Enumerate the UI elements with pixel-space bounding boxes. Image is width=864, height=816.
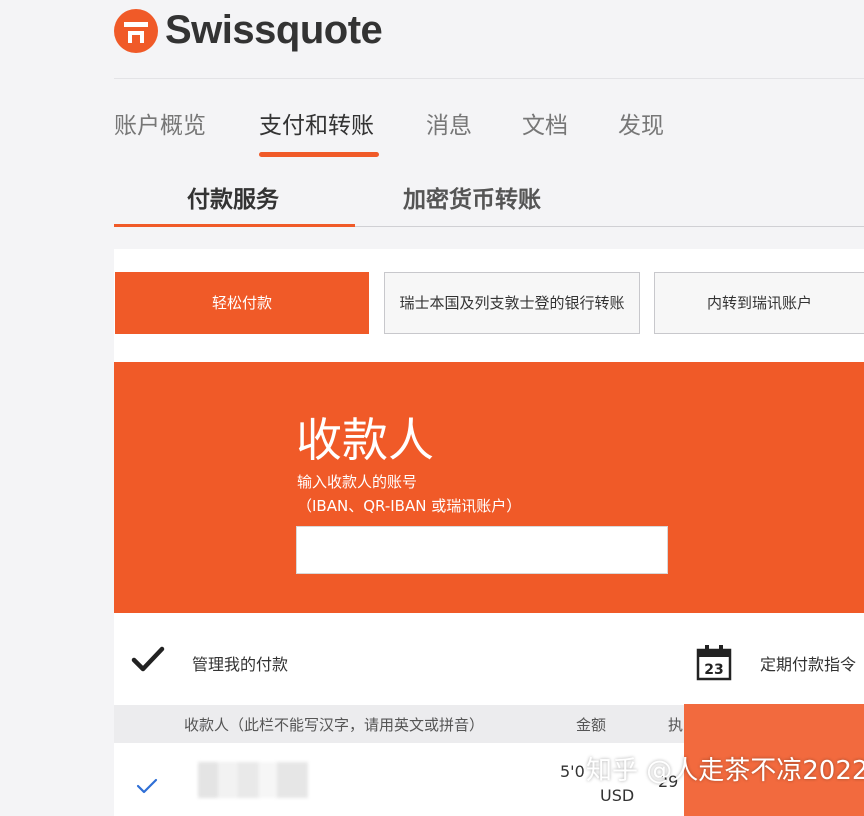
brand-name: Swissquote [165,8,383,52]
tab-crypto-transfer[interactable]: 加密货币转账 [403,180,541,214]
nav-messages[interactable]: 消息 [426,106,472,140]
header-divider [114,78,864,79]
calendar-icon: 23 [696,645,732,681]
checkmark-icon [131,646,165,672]
row-check-icon [136,778,158,794]
manage-payments-link[interactable]: 管理我的付款 [192,651,288,675]
scheduled-payments-link[interactable]: 定期付款指令 [760,651,856,675]
swissquote-logo-icon [114,8,158,53]
watermark: 知乎 @人走茶不凉2022 [586,756,864,786]
column-header-amount[interactable]: 金额 [576,714,606,735]
recipient-account-input[interactable] [296,526,668,574]
nav-documents[interactable]: 文档 [522,106,568,140]
recipient-subtitle: 输入收款人的账号 [297,473,418,491]
domestic-transfer-button[interactable]: 瑞士本国及列支敦士登的银行转账 [384,272,640,334]
column-header-recipient[interactable]: 收款人（此栏不能写汉字，请用英文或拼音） [184,714,484,735]
row-amount: 5'0 [560,762,585,781]
nav-discover[interactable]: 发现 [618,106,664,140]
recipient-hint: （IBAN、QR-IBAN 或瑞讯账户） [297,497,522,515]
tab-payment-services[interactable]: 付款服务 [187,180,279,214]
brand-logo[interactable]: Swissquote [114,8,383,53]
calendar-day: 23 [704,662,723,678]
easy-payment-button[interactable]: 轻松付款 [115,272,369,334]
recipient-title: 收款人 [296,413,434,467]
nav-active-indicator [259,152,379,157]
nav-payments-transfers[interactable]: 支付和转账 [259,106,374,140]
recipient-name-redacted [198,762,308,798]
recipient-panel [114,362,864,613]
subtab-active-indicator [114,224,355,227]
internal-transfer-button[interactable]: 内转到瑞讯账户 [654,272,864,334]
column-header-execution[interactable]: 执 [668,714,683,735]
row-currency: USD [600,786,635,805]
nav-account-overview[interactable]: 账户概览 [114,106,206,140]
